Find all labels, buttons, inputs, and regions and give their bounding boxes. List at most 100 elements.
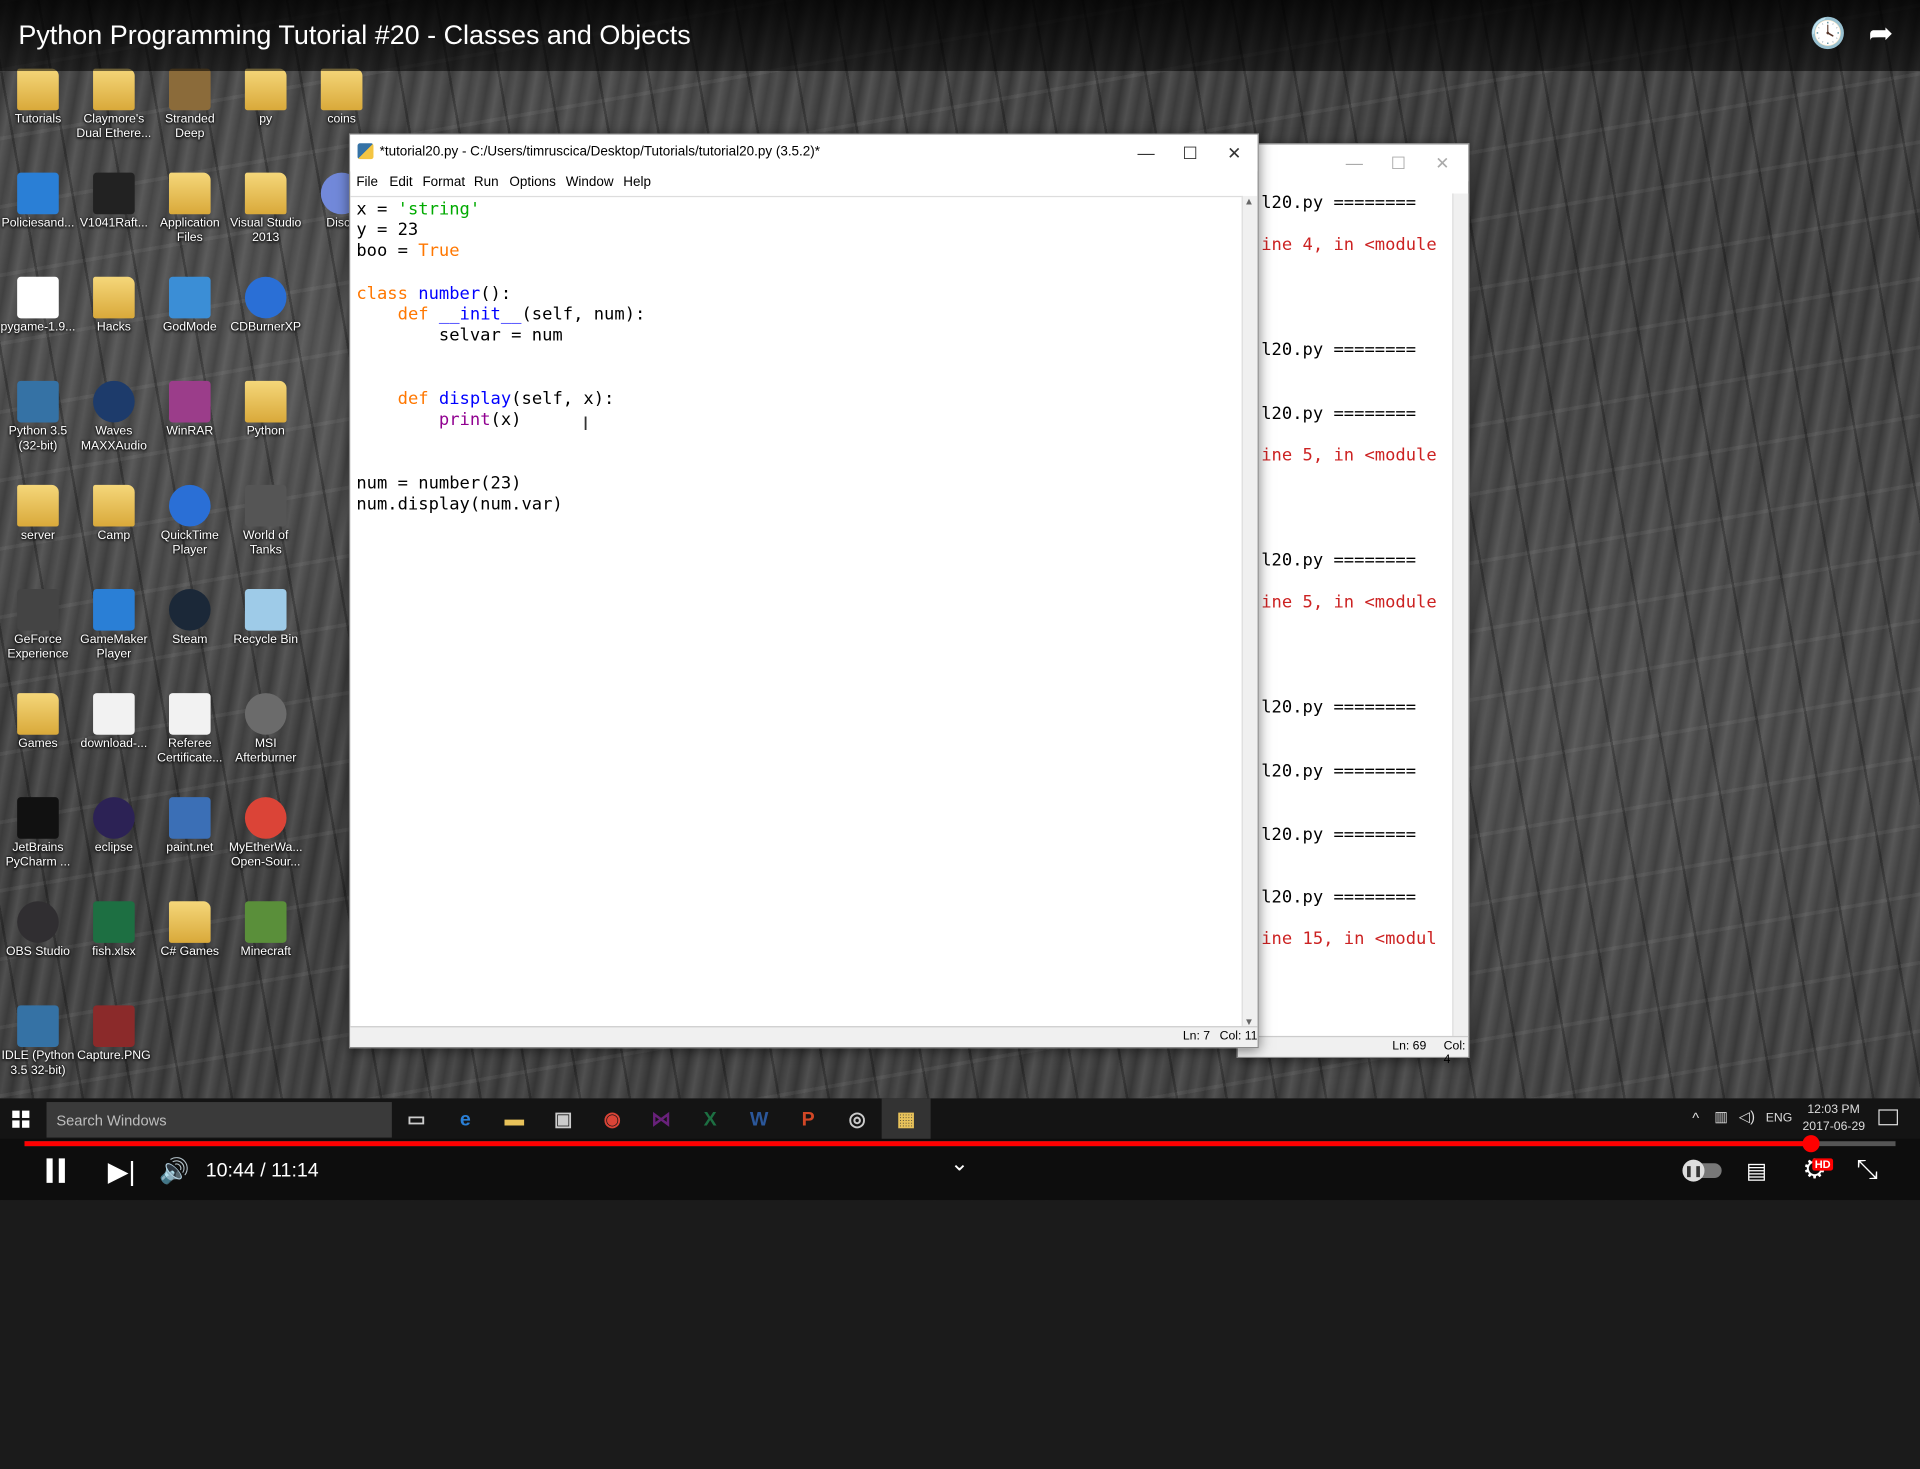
desktop-icon[interactable]: download-... <box>76 693 152 752</box>
menu-help[interactable]: Help <box>623 175 651 190</box>
maximize-icon[interactable]: ☐ <box>1169 140 1211 167</box>
desktop-icon[interactable]: WinRAR <box>152 380 228 440</box>
desktop-icon[interactable]: World of Tanks <box>228 484 304 558</box>
taskbar-search-input[interactable]: Search Windows <box>46 1102 392 1138</box>
editor-window[interactable]: *tutorial20.py - C:/Users/timruscica/Des… <box>348 133 1259 1049</box>
menu-run[interactable]: Run <box>474 175 499 190</box>
minecraft-icon <box>244 901 287 943</box>
desktop-icon[interactable]: Policiesand... <box>0 172 76 232</box>
desktop-icon[interactable]: Referee Certificate... <box>152 693 228 766</box>
volume-icon[interactable]: ◁) <box>1739 1108 1755 1125</box>
desktop-icon[interactable]: GeForce Experience <box>0 588 76 662</box>
desktop-icon[interactable]: Capture.PNG <box>76 1005 152 1064</box>
desktop-icon[interactable]: Waves MAXXAudio <box>76 380 152 454</box>
file-explorer-icon[interactable]: ▬ <box>490 1098 539 1141</box>
desktop-icon[interactable]: Python 3.5 (32-bit) <box>0 380 76 454</box>
menu-format[interactable]: Format <box>422 175 465 190</box>
exit-fullscreen-icon[interactable]: ⤡ <box>1856 1153 1878 1185</box>
desktop-icon[interactable]: Steam <box>152 588 228 648</box>
desktop-icon[interactable]: Games <box>0 693 76 752</box>
folder-icon <box>93 276 135 319</box>
desktop-icon[interactable]: paint.net <box>152 797 228 856</box>
desktop-icon[interactable]: Application Files <box>152 172 228 246</box>
pause-icon[interactable] <box>46 1158 65 1190</box>
language-indicator[interactable]: ENG <box>1766 1112 1793 1125</box>
desktop-icon[interactable]: OBS Studio <box>0 901 76 960</box>
edge-icon[interactable]: e <box>441 1098 490 1141</box>
menu-file[interactable]: File <box>356 175 378 190</box>
excel-icon[interactable]: X <box>686 1098 735 1141</box>
desktop-icon-label: OBS Studio <box>5 945 70 959</box>
desktop-icon[interactable]: IDLE (Python 3.5 32-bit) <box>0 1005 76 1078</box>
windows-start-icon[interactable] <box>12 1110 30 1128</box>
desktop-icon[interactable]: CDBurnerXP <box>228 276 304 336</box>
show-hidden-icons-icon[interactable]: ^ <box>1692 1109 1699 1126</box>
menu-edit[interactable]: Edit <box>389 175 412 190</box>
shell-scrollbar[interactable] <box>1452 193 1469 1038</box>
editor-scrollbar[interactable]: ▲ ▼ <box>1241 195 1258 1028</box>
visual-studio-icon[interactable]: ⋈ <box>637 1098 686 1141</box>
next-video-icon[interactable]: ▶| <box>108 1156 136 1188</box>
task-view-icon[interactable]: ▭ <box>392 1098 441 1141</box>
shell-window[interactable]: — ☐ ✕ l20.py ======== ine 4, in <module l2… <box>1236 143 1470 1067</box>
desktop-icon[interactable]: MSI Afterburner <box>228 693 304 766</box>
desktop-icon[interactable]: server <box>0 484 76 544</box>
watch-later-icon[interactable]: 🕓 <box>1810 17 1847 51</box>
desktop-icon[interactable]: C# Games <box>152 901 228 960</box>
maximize-icon[interactable]: ☐ <box>1378 149 1420 176</box>
close-icon[interactable]: ✕ <box>1422 149 1464 176</box>
video-title-bar: Python Programming Tutorial #20 - Classe… <box>0 0 1920 72</box>
obs-icon[interactable]: ◎ <box>832 1098 882 1144</box>
desktop-icon[interactable]: JetBrains PyCharm ... <box>0 797 76 870</box>
clock-date[interactable]: 2017-06-29 <box>1802 1120 1865 1133</box>
progress-bar[interactable] <box>24 1135 1896 1153</box>
desktop-icon[interactable]: pygame-1.9... <box>0 276 76 336</box>
volume-icon[interactable]: 🔊 <box>159 1156 189 1187</box>
autoplay-toggle[interactable]: ❚❚ <box>1682 1159 1722 1182</box>
chrome-icon[interactable]: ◉ <box>588 1098 637 1141</box>
python-icon <box>17 380 59 423</box>
desktop-icon[interactable]: GodMode <box>152 276 228 336</box>
desktop-icon[interactable]: coins <box>304 68 380 128</box>
video-title[interactable]: Python Programming Tutorial #20 - Classe… <box>18 20 690 52</box>
desktop-icon[interactable]: Stranded Deep <box>152 68 228 142</box>
shell-title-bar[interactable]: — ☐ ✕ <box>1237 144 1469 182</box>
close-icon[interactable]: ✕ <box>1213 140 1255 167</box>
powerpoint-icon[interactable]: P <box>784 1098 833 1141</box>
shell-output-line: ine 5, in <module <box>1261 592 1437 613</box>
desktop-icon[interactable]: Visual Studio 2013 <box>228 172 304 246</box>
desktop-icon[interactable]: V1041Raft... <box>76 172 152 232</box>
desktop-icon[interactable]: Tutorials <box>0 68 76 128</box>
network-icon[interactable]: ▥ <box>1714 1108 1728 1125</box>
desktop-icon[interactable]: GameMaker Player <box>76 588 152 662</box>
clock-time[interactable]: 12:03 PM <box>1807 1103 1859 1116</box>
store-icon[interactable]: ▣ <box>539 1098 588 1141</box>
menu-window[interactable]: Window <box>566 175 614 190</box>
word-icon[interactable]: W <box>735 1098 784 1141</box>
share-icon[interactable]: ➦ <box>1864 17 1898 51</box>
action-center-icon[interactable] <box>1878 1109 1898 1126</box>
desktop-icon[interactable]: MyEtherWa... Open-Sour... <box>228 797 304 870</box>
minimize-icon[interactable]: — <box>1333 149 1375 176</box>
idle-icon[interactable]: ▦ <box>881 1098 931 1144</box>
desktop-icon[interactable]: Recycle Bin <box>228 588 304 648</box>
desktop-icon[interactable]: QuickTime Player <box>152 484 228 558</box>
progress-scrubber[interactable] <box>1802 1135 1820 1153</box>
chevron-down-icon[interactable]: ⌄ <box>950 1151 968 1177</box>
editor-title-bar[interactable]: *tutorial20.py - C:/Users/timruscica/Des… <box>350 134 1258 172</box>
desktop-icon[interactable]: Hacks <box>76 276 152 336</box>
desktop-icon-label: GeForce Experience <box>7 633 69 662</box>
desktop-icon[interactable]: Minecraft <box>228 901 304 960</box>
menu-options[interactable]: Options <box>509 175 555 190</box>
desktop-icon[interactable]: Python <box>228 380 304 440</box>
code-editor[interactable]: x = 'string' y = 23 boo = True class number… <box>350 195 1243 1027</box>
desktop-icon[interactable]: Claymore's Dual Ethere... <box>76 68 152 142</box>
desktop-icon[interactable]: eclipse <box>76 797 152 856</box>
desktop-icon[interactable]: fish.xlsx <box>76 901 152 960</box>
desktop-icon[interactable]: Camp <box>76 484 152 544</box>
desktop-icon[interactable]: py <box>228 68 304 128</box>
minimize-icon[interactable]: — <box>1125 140 1167 167</box>
subtitles-icon[interactable]: ▤ <box>1746 1158 1767 1184</box>
editor-col-number: Col: 11 <box>1219 1029 1258 1044</box>
shell-output[interactable]: l20.py ======== ine 4, in <module l20.py =… <box>1258 193 1454 1037</box>
